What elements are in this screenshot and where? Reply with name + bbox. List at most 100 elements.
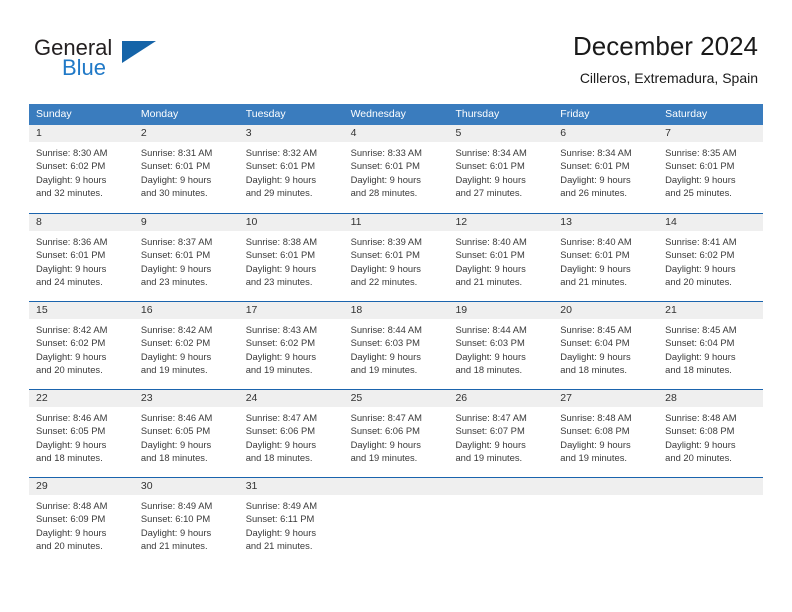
day-number: 12 (448, 214, 554, 231)
calendar-day-cell[interactable]: 10 Sunrise: 8:38 AM Sunset: 6:01 PM Dayligh… (238, 214, 344, 301)
day-number: 24 (238, 390, 344, 407)
sunrise-text: Sunrise: 8:45 AM (665, 324, 737, 335)
sunset-text: Sunset: 6:01 PM (350, 160, 420, 172)
sunset-text: Sunset: 6:01 PM (245, 249, 316, 261)
daylight-text-line1: Daylight: 9 hours (245, 262, 317, 274)
day-number (448, 478, 554, 495)
sunrise-text: Sunrise: 8:33 AM (350, 147, 422, 158)
calendar-day-cell[interactable]: 8 Sunrise: 8:36 AM Sunset: 6:01 PM Daylight… (29, 214, 134, 301)
daylight-text-line1: Daylight: 9 hours (245, 438, 317, 450)
calendar-day-cell[interactable]: 20 Sunrise: 8:45 AM Sunset: 6:04 PM Dayligh… (553, 302, 659, 389)
sunset-text: Sunset: 6:04 PM (665, 337, 735, 349)
sunrise-text: Sunrise: 8:48 AM (36, 500, 108, 511)
page-header: General Blue December 2024 Cilleros, Ext… (0, 0, 792, 100)
sunrise-text: Sunrise: 8:46 AM (36, 412, 108, 423)
daylight-text-line2: and 28 minutes. (350, 187, 418, 199)
calendar-day-cell[interactable]: 24 Sunrise: 8:47 AM Sunset: 6:06 PM Dayligh… (238, 390, 344, 477)
sunrise-text: Sunrise: 8:37 AM (140, 236, 213, 247)
calendar-day-cell[interactable]: 6 Sunrise: 8:34 AM Sunset: 6:01 PM Daylight… (553, 125, 659, 213)
day-details: Sunrise: 8:45 AM Sunset: 6:04 PM Daylight:… (553, 319, 658, 377)
calendar-day-cell[interactable]: 30 Sunrise: 8:49 AM Sunset: 6:10 PM Dayligh… (133, 478, 239, 565)
day-number: 20 (553, 302, 659, 319)
daylight-text-line1: Daylight: 9 hours (36, 526, 107, 538)
day-details: Sunrise: 8:31 AM Sunset: 6:01 PM Daylight:… (134, 142, 239, 200)
calendar-day-cell[interactable]: 19 Sunrise: 8:44 AM Sunset: 6:03 PM Dayligh… (448, 302, 554, 389)
calendar-day-cell[interactable]: 9 Sunrise: 8:37 AM Sunset: 6:01 PM Daylight… (133, 214, 239, 301)
weekday-header-saturday: Saturday (665, 108, 708, 120)
calendar-day-cell[interactable]: 11 Sunrise: 8:39 AM Sunset: 6:01 PM Dayligh… (343, 214, 449, 301)
daylight-text-line1: Daylight: 9 hours (36, 173, 107, 185)
daylight-text-line1: Daylight: 9 hours (665, 350, 736, 362)
daylight-text-line2: and 20 minutes. (665, 452, 732, 464)
sunset-text: Sunset: 6:01 PM (560, 160, 630, 172)
sunrise-text: Sunrise: 8:48 AM (665, 412, 737, 423)
day-number: 5 (448, 125, 554, 142)
calendar-day-cell[interactable]: 1 Sunrise: 8:30 AM Sunset: 6:02 PM Daylight… (29, 125, 134, 213)
calendar-day-cell[interactable]: 28 Sunrise: 8:48 AM Sunset: 6:08 PM Dayligh… (658, 390, 764, 477)
sunrise-text: Sunrise: 8:34 AM (455, 147, 527, 158)
calendar-day-cell[interactable]: 18 Sunrise: 8:44 AM Sunset: 6:03 PM Dayligh… (343, 302, 449, 389)
daylight-text-line2: and 21 minutes. (140, 540, 208, 552)
daylight-text-line1: Daylight: 9 hours (455, 262, 526, 274)
calendar-day-cell[interactable]: 23 Sunrise: 8:46 AM Sunset: 6:05 PM Dayligh… (133, 390, 239, 477)
daylight-text-line2: and 23 minutes. (140, 276, 208, 288)
calendar-day-cell[interactable]: 7 Sunrise: 8:35 AM Sunset: 6:01 PM Daylight… (658, 125, 764, 213)
sunset-text: Sunset: 6:02 PM (36, 160, 106, 172)
calendar-day-cell[interactable]: 12 Sunrise: 8:40 AM Sunset: 6:01 PM Dayligh… (448, 214, 554, 301)
day-number: 28 (658, 390, 764, 407)
calendar-week-row: 29 Sunrise: 8:48 AM Sunset: 6:09 PM Dayligh… (29, 477, 764, 565)
sunrise-text: Sunrise: 8:40 AM (560, 236, 632, 247)
general-blue-logo[interactable]: General Blue (34, 36, 224, 88)
calendar-day-cell[interactable]: 5 Sunrise: 8:34 AM Sunset: 6:01 PM Daylight… (448, 125, 554, 213)
daylight-text-line2: and 27 minutes. (455, 187, 523, 199)
daylight-text-line1: Daylight: 9 hours (560, 350, 631, 362)
calendar-day-cell[interactable]: 17 Sunrise: 8:43 AM Sunset: 6:02 PM Dayligh… (238, 302, 344, 389)
daylight-text-line2: and 19 minutes. (245, 364, 313, 376)
calendar-weeks: 1 Sunrise: 8:30 AM Sunset: 6:02 PM Daylight… (29, 125, 764, 565)
sunset-text: Sunset: 6:03 PM (455, 337, 525, 349)
day-details: Sunrise: 8:44 AM Sunset: 6:03 PM Daylight:… (448, 319, 553, 377)
sunrise-text: Sunrise: 8:36 AM (36, 236, 108, 247)
calendar-day-cell[interactable]: 29 Sunrise: 8:48 AM Sunset: 6:09 PM Dayligh… (29, 478, 134, 565)
sunset-text: Sunset: 6:01 PM (665, 160, 735, 172)
calendar-day-cell[interactable]: 26 Sunrise: 8:47 AM Sunset: 6:07 PM Dayligh… (448, 390, 554, 477)
calendar-day-cell[interactable]: 4 Sunrise: 8:33 AM Sunset: 6:01 PM Daylight… (343, 125, 449, 213)
calendar-day-cell[interactable]: 15 Sunrise: 8:42 AM Sunset: 6:02 PM Dayligh… (29, 302, 134, 389)
calendar-day-cell[interactable]: 3 Sunrise: 8:32 AM Sunset: 6:01 PM Daylight… (238, 125, 344, 213)
day-number: 1 (29, 125, 134, 142)
day-number (658, 478, 764, 495)
weekday-header-sunday: Sunday (36, 108, 72, 120)
daylight-text-line2: and 20 minutes. (36, 540, 103, 552)
daylight-text-line1: Daylight: 9 hours (140, 173, 212, 185)
sunset-text: Sunset: 6:04 PM (560, 337, 630, 349)
calendar-day-cell[interactable]: 27 Sunrise: 8:48 AM Sunset: 6:08 PM Dayligh… (553, 390, 659, 477)
calendar-day-cell[interactable]: 2 Sunrise: 8:31 AM Sunset: 6:01 PM Daylight… (133, 125, 239, 213)
calendar-day-cell[interactable]: 22 Sunrise: 8:46 AM Sunset: 6:05 PM Dayligh… (29, 390, 134, 477)
daylight-text-line2: and 20 minutes. (36, 364, 103, 376)
sunset-text: Sunset: 6:01 PM (455, 160, 525, 172)
calendar-week-row: 8 Sunrise: 8:36 AM Sunset: 6:01 PM Daylight… (29, 213, 764, 301)
day-number: 27 (553, 390, 659, 407)
daylight-text-line2: and 19 minutes. (140, 364, 208, 376)
calendar-day-cell[interactable]: 16 Sunrise: 8:42 AM Sunset: 6:02 PM Dayligh… (133, 302, 239, 389)
sunset-text: Sunset: 6:03 PM (350, 337, 420, 349)
sunrise-text: Sunrise: 8:44 AM (350, 324, 422, 335)
day-number: 15 (29, 302, 134, 319)
daylight-text-line2: and 21 minutes. (560, 276, 628, 288)
calendar-day-cell-empty (658, 478, 764, 565)
calendar-day-cell[interactable]: 31 Sunrise: 8:49 AM Sunset: 6:11 PM Dayligh… (238, 478, 344, 565)
sunrise-text: Sunrise: 8:49 AM (245, 500, 318, 511)
daylight-text-line1: Daylight: 9 hours (350, 262, 421, 274)
calendar-day-cell[interactable]: 21 Sunrise: 8:45 AM Sunset: 6:04 PM Dayligh… (658, 302, 764, 389)
calendar-day-cell[interactable]: 14 Sunrise: 8:41 AM Sunset: 6:02 PM Dayligh… (658, 214, 764, 301)
day-details: Sunrise: 8:34 AM Sunset: 6:01 PM Daylight:… (448, 142, 553, 200)
day-number: 21 (658, 302, 764, 319)
calendar-day-cell[interactable]: 13 Sunrise: 8:40 AM Sunset: 6:01 PM Dayligh… (553, 214, 659, 301)
sunrise-text: Sunrise: 8:38 AM (245, 236, 318, 247)
sunset-text: Sunset: 6:06 PM (245, 425, 316, 437)
daylight-text-line1: Daylight: 9 hours (350, 350, 421, 362)
daylight-text-line2: and 18 minutes. (245, 452, 313, 464)
day-details: Sunrise: 8:38 AM Sunset: 6:01 PM Daylight:… (239, 231, 344, 289)
calendar-week-row: 1 Sunrise: 8:30 AM Sunset: 6:02 PM Daylight… (29, 125, 764, 213)
calendar-day-cell[interactable]: 25 Sunrise: 8:47 AM Sunset: 6:06 PM Dayligh… (343, 390, 449, 477)
